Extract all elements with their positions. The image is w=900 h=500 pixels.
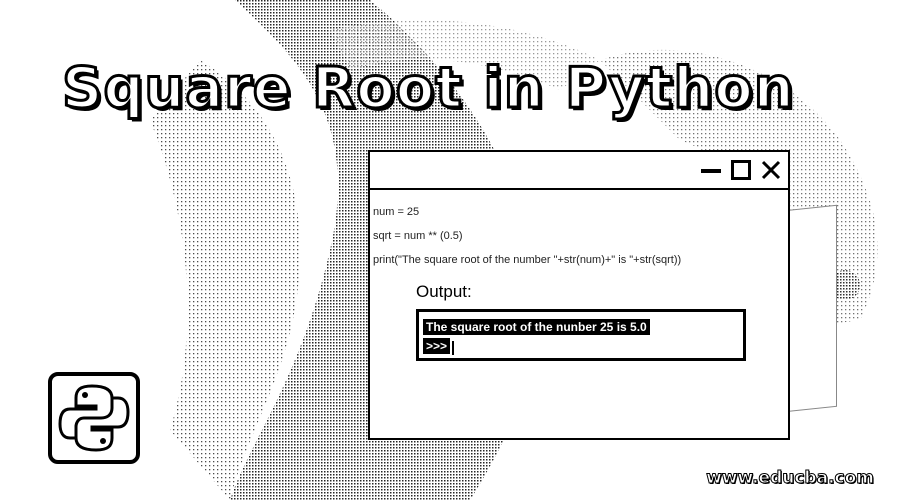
watermark: www.educba.com: [706, 468, 875, 489]
output-text: The square root of the nunber 25 is 5.0: [423, 319, 650, 335]
page-title: Square Root in Python: [61, 55, 796, 123]
output-console[interactable]: The square root of the nunber 25 is 5.0 …: [416, 309, 746, 361]
text-cursor: [452, 340, 455, 355]
maximize-icon[interactable]: [730, 159, 752, 181]
code-line: print("The square root of the number "+s…: [373, 254, 682, 266]
python-logo-icon: [48, 372, 140, 464]
output-label: Output:: [416, 282, 472, 301]
code-line: sqrt = num ** (0.5): [373, 230, 463, 242]
code-line: num = 25: [373, 206, 420, 218]
console-prompt: >>>: [423, 338, 451, 354]
close-icon[interactable]: [760, 159, 782, 181]
code-window: num = 25 sqrt = num ** (0.5) print("The …: [368, 150, 790, 440]
window-titlebar[interactable]: [370, 152, 788, 190]
minimize-icon[interactable]: [700, 159, 722, 181]
window-controls: [700, 159, 782, 181]
code-block: num = 25 sqrt = num ** (0.5) print("The …: [370, 190, 788, 272]
